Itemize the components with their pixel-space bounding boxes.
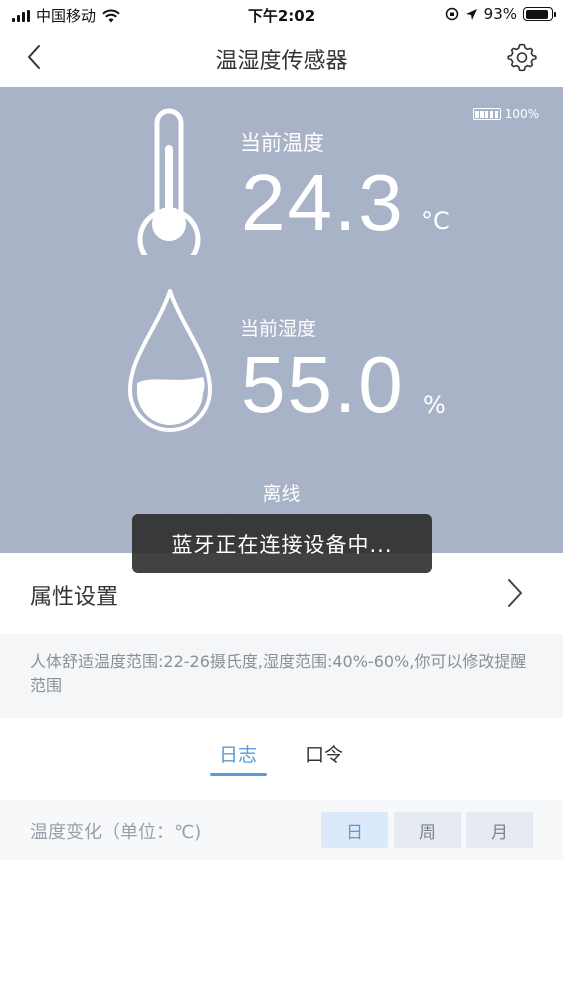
tab-password[interactable]: 口令 [305,740,343,767]
orientation-lock-icon [445,7,458,21]
temperature-unit: °C [421,207,450,235]
status-right: 93% [445,5,556,23]
water-drop-icon [128,289,212,432]
toast-message: 蓝牙正在连接设备中... [132,514,432,573]
temperature-value: 24.3 [241,158,405,247]
temperature-label: 当前温度 [240,131,324,155]
period-month-button[interactable]: 月 [466,812,533,848]
battery-icon [523,7,556,21]
battery-percent: 93% [483,5,517,23]
period-week-button[interactable]: 周 [394,812,461,848]
chevron-right-icon [508,579,522,607]
nav-bar: 温湿度传感器 [0,30,563,87]
thermometer-icon [137,108,201,255]
page-title: 温湿度传感器 [215,49,348,74]
humidity-unit: % [423,391,446,419]
sensor-panel: 100% 当前温度 24.3 °C 当前湿度 55.0 % 离线 2020-11… [0,87,563,553]
chart-title: 温度变化（单位：℃) [30,822,202,843]
tab-bar: 日志 口令 [0,718,563,800]
property-settings-label: 属性设置 [30,585,119,610]
device-battery: 100% [472,107,539,121]
device-battery-label: 100% [504,107,539,121]
humidity-value: 55.0 [241,340,405,429]
tab-log[interactable]: 日志 [219,740,257,767]
connection-status: 离线 [262,483,301,505]
chart-header: 温度变化（单位：℃) 日 周 月 [0,800,563,860]
tab-active-indicator [210,773,267,776]
gear-icon[interactable] [507,42,537,72]
device-battery-icon [472,108,501,120]
period-day-button[interactable]: 日 [321,812,388,848]
location-icon [465,8,477,20]
humidity-label: 当前湿度 [240,318,317,340]
comfort-range-tip: 人体舒适温度范围:22-26摄氏度,湿度范围:40%-60%,你可以修改提醒范围 [0,634,563,718]
status-bar: 中国移动 下午2:02 93% [0,0,563,30]
